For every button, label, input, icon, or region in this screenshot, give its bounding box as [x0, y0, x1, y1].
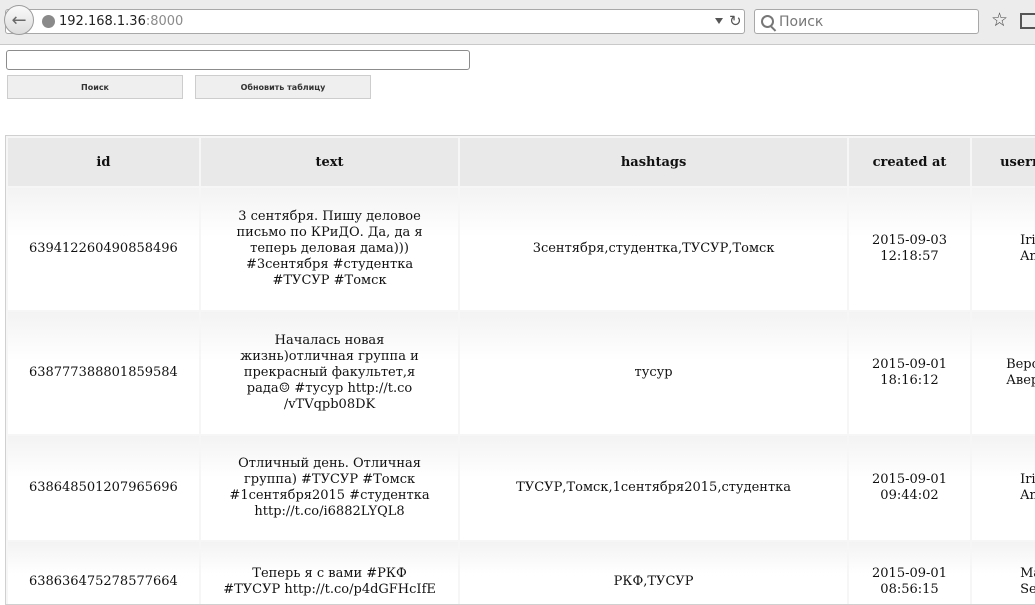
text-line: #ТУСУР #Томск [272, 273, 387, 288]
table-header-row: id text hashtags created at userna [8, 138, 1035, 186]
table-row: 638777388801859584 Началась новая жизнь)… [8, 312, 1035, 434]
text-line: Началась новая [274, 333, 385, 348]
address-text[interactable]: 192.168.1.36:8000 [59, 14, 183, 29]
text-line: 3 сентября. Пишу деловое [238, 209, 421, 224]
search-icon [761, 15, 774, 28]
cell-hashtags: 3сентября,студентка,ТУСУР,Томск [460, 188, 847, 310]
text-line: #1сентября2015 #студентка [229, 488, 430, 503]
cell-created-at: 2015-09-03 12:18:57 [848, 188, 971, 310]
username-line: Irin [1020, 472, 1035, 487]
browser-search-box[interactable]: Поиск [754, 9, 979, 34]
url-port: :8000 [145, 14, 184, 29]
back-button[interactable]: ← [4, 5, 34, 35]
table-row: 639412260490858496 3 сентября. Пишу дело… [8, 188, 1035, 310]
url-host: 192.168.1.36 [59, 14, 146, 29]
cell-id: 638648501207965696 [8, 436, 199, 540]
created-time: 12:18:57 [880, 249, 939, 264]
cell-username: Irin Antipo [972, 436, 1035, 540]
cell-text: Началась новая жизнь)отличная группа и п… [200, 312, 459, 434]
text-line: письмо по КРиДО. Да, да я [236, 225, 423, 240]
cell-hashtags: тусур [460, 312, 847, 434]
text-line: Теперь я с вами #РКФ [252, 566, 407, 581]
cell-username: Верон Аверко [972, 312, 1035, 434]
created-time: 09:44:02 [880, 488, 939, 503]
back-arrow-icon: ← [11, 9, 27, 31]
cell-created-at: 2015-09-01 09:44:02 [848, 436, 971, 540]
text-line: прекрасный факультет,я [243, 365, 416, 380]
tweets-table: id text hashtags created at userna 63941… [6, 136, 1035, 604]
created-date: 2015-09-01 [872, 566, 947, 581]
text-line: http://t.co/i6882LYQL8 [254, 504, 405, 519]
text-line: рада☺ #тусур http://t.co [246, 381, 413, 396]
query-input[interactable] [6, 50, 470, 70]
cell-username: Irin Antipo [972, 188, 1035, 310]
cell-id: 638777388801859584 [8, 312, 199, 434]
username-line: Antipo [1020, 249, 1035, 264]
tweets-table-container: id text hashtags created at userna 63941… [5, 135, 1035, 605]
created-time: 18:16:12 [880, 373, 939, 388]
search-button[interactable]: Поиск [7, 75, 183, 99]
column-header-username[interactable]: userna [972, 138, 1035, 186]
created-date: 2015-09-01 [872, 357, 947, 372]
text-line: теперь деловая дама))) [250, 241, 409, 256]
table-row: 638648501207965696 Отличный день. Отличн… [8, 436, 1035, 540]
reload-icon[interactable]: ↻ [729, 12, 742, 30]
browser-toolbar: 192.168.1.36:8000 ↻ ← Поиск ☆ [0, 0, 1035, 45]
column-header-text[interactable]: text [200, 138, 459, 186]
text-line: группа) #ТУСУР #Томск [243, 472, 416, 487]
column-header-hashtags[interactable]: hashtags [460, 138, 847, 186]
column-header-id[interactable]: id [8, 138, 199, 186]
text-line: жизнь)отличная группа и [240, 349, 419, 364]
created-date: 2015-09-03 [872, 233, 947, 248]
text-line: Отличный день. Отличная [238, 456, 421, 471]
username-line: Mari [1020, 566, 1035, 581]
username-line: Antipo [1020, 488, 1035, 503]
username-line: Аверко [1006, 373, 1035, 388]
bookmarks-list-icon[interactable] [1020, 13, 1035, 29]
chevron-down-icon[interactable] [715, 18, 723, 24]
bookmark-star-icon[interactable]: ☆ [991, 11, 1008, 30]
cell-text: 3 сентября. Пишу деловое письмо по КРиДО… [200, 188, 459, 310]
cell-id: 639412260490858496 [8, 188, 199, 310]
cell-hashtags: ТУСУР,Томск,1сентября2015,студентка [460, 436, 847, 540]
site-identity-icon[interactable] [42, 15, 55, 28]
username-line: Верон [1006, 357, 1035, 372]
cell-text: Отличный день. Отличная группа) #ТУСУР #… [200, 436, 459, 540]
column-header-created-at[interactable]: created at [848, 138, 971, 186]
text-line: #3сентября #студентка [245, 257, 414, 272]
created-date: 2015-09-01 [872, 472, 947, 487]
address-bar[interactable]: 192.168.1.36:8000 ↻ [5, 9, 745, 34]
cell-created-at: 2015-09-01 18:16:12 [848, 312, 971, 434]
browser-search-placeholder: Поиск [779, 14, 824, 30]
refresh-table-button[interactable]: Обновить таблицу [195, 75, 371, 99]
username-line: Irin [1020, 233, 1035, 248]
text-line: /vTVqpb08DK [283, 397, 376, 412]
